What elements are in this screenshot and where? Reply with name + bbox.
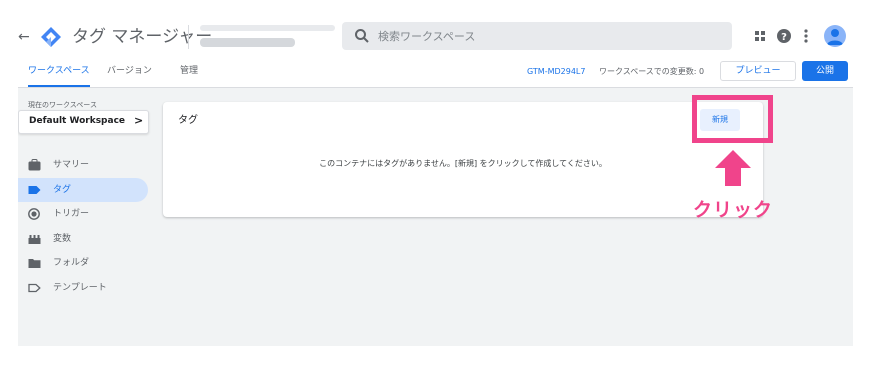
avatar[interactable] <box>824 25 846 47</box>
back-arrow-icon[interactable]: ← <box>18 27 32 47</box>
container-id[interactable]: GTM-MD294L7 <box>527 65 585 79</box>
sidebar-item-label: フォルダ <box>53 258 90 268</box>
search-bar[interactable] <box>342 22 732 50</box>
briefcase-icon <box>28 159 41 171</box>
current-workspace-label: 現在のワークスペース <box>28 101 97 109</box>
sidebar-item-label: 変数 <box>53 234 72 244</box>
empty-state-message: このコンテナにはタグがありません。[新規] をクリックして作成してください。 <box>319 159 607 168</box>
sidebar-item-label: テンプレート <box>53 283 107 293</box>
chevron-right-icon: > <box>134 114 144 127</box>
tab-versions[interactable]: バージョン <box>107 58 152 87</box>
sidebar-item-folders[interactable]: フォルダ <box>18 251 148 275</box>
apps-grid-icon[interactable] <box>752 28 768 44</box>
variables-icon <box>28 235 41 244</box>
sidebar-item-label: タグ <box>53 185 72 195</box>
tab-admin[interactable]: 管理 <box>180 58 198 87</box>
svg-text:?: ? <box>781 32 787 43</box>
more-vert-icon[interactable] <box>798 28 814 44</box>
arrow-up-icon <box>715 150 751 186</box>
tags-card: タグ 新規 このコンテナにはタグがありません。[新規] をクリックして作成してく… <box>163 102 763 217</box>
workspace-selector[interactable]: Default Workspace > <box>18 110 149 134</box>
sidebar-item-tags[interactable]: タグ <box>18 178 148 202</box>
folder-icon <box>28 259 41 268</box>
workspace-changes-count: ワークスペースでの変更数: 0 <box>599 67 705 76</box>
preview-button[interactable]: プレビュー <box>720 61 796 81</box>
tag-icon <box>28 186 41 194</box>
card-title: タグ <box>178 115 198 126</box>
tab-workspace[interactable]: ワークスペース <box>28 58 90 87</box>
search-icon <box>355 29 369 43</box>
tag-manager-logo-icon <box>41 27 61 47</box>
account-container-selector[interactable] <box>200 22 340 52</box>
app-title: タグ マネージャー <box>72 27 213 47</box>
sidebar-item-triggers[interactable]: トリガー <box>18 202 148 226</box>
sidebar-item-variables[interactable]: 変数 <box>18 227 148 251</box>
sub-toolbar: ワークスペース バージョン 管理 GTM-MD294L7 ワークスペースでの変更… <box>18 58 853 88</box>
trigger-icon <box>28 208 40 220</box>
divider <box>188 25 189 49</box>
sidebar-item-label: トリガー <box>53 209 90 219</box>
click-annotation-label: クリック <box>693 199 774 221</box>
highlight-box <box>692 95 773 143</box>
top-app-bar: ← タグ マネージャー ? <box>18 18 853 58</box>
container-name-blurred <box>200 38 295 47</box>
sidebar-item-templates[interactable]: テンプレート <box>18 276 148 300</box>
publish-button[interactable]: 公開 <box>802 61 848 81</box>
sidebar-item-summary[interactable]: サマリー <box>18 153 148 177</box>
search-input[interactable] <box>378 26 718 46</box>
account-name-blurred <box>200 25 335 31</box>
template-icon <box>28 283 41 293</box>
help-icon[interactable]: ? <box>776 28 792 44</box>
workspace-name: Default Workspace <box>29 116 126 126</box>
user-avatar-icon <box>827 29 843 45</box>
sidebar-item-label: サマリー <box>53 160 90 170</box>
